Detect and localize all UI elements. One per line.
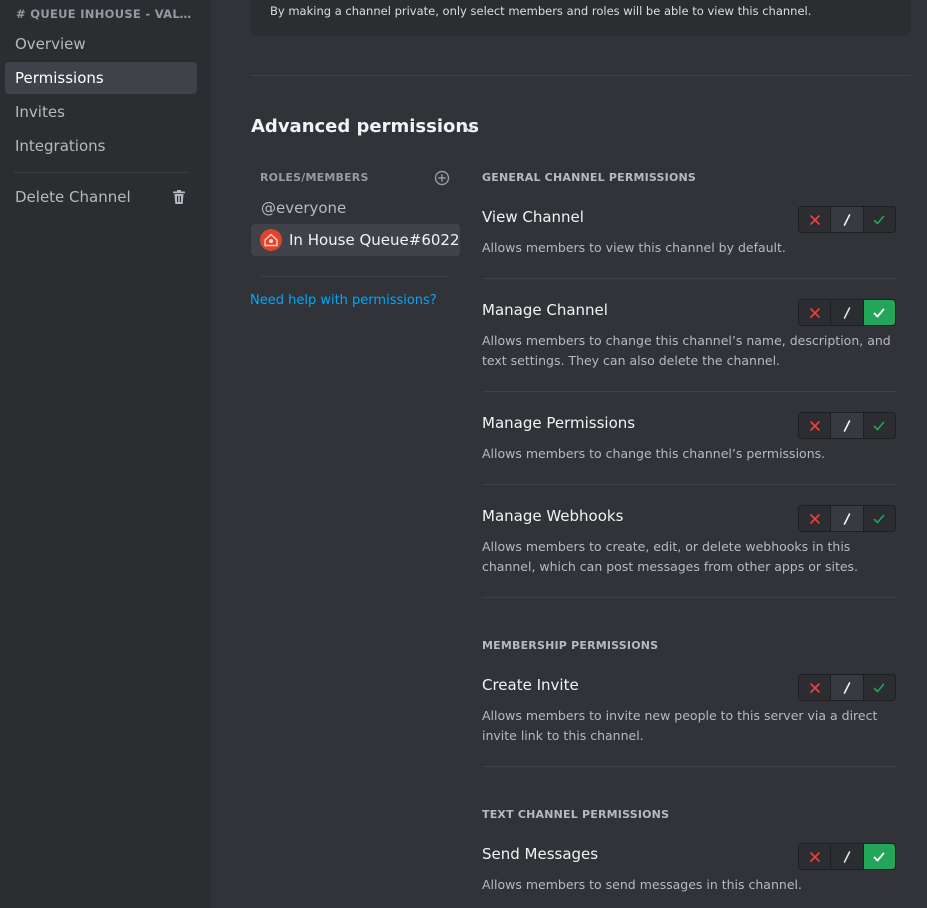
deny-button[interactable] <box>799 844 832 869</box>
permission-toggle-send-messages <box>798 843 896 870</box>
permission-description: Allows members to create, edit, or delet… <box>482 539 859 574</box>
sidebar-item-integrations[interactable]: Integrations <box>5 130 197 162</box>
role-item-everyone[interactable]: @everyone <box>251 192 460 224</box>
allow-button[interactable] <box>863 300 895 325</box>
check-icon <box>873 308 885 317</box>
permissions-help-link[interactable]: Need help with permissions? <box>250 293 437 308</box>
private-channel-note: By making a channel private, only select… <box>270 4 812 18</box>
permission-description: Allows members to invite new people to t… <box>482 708 878 743</box>
passthrough-button[interactable] <box>831 300 864 325</box>
permission-name: Manage Channel <box>482 301 608 319</box>
passthrough-button[interactable] <box>831 675 864 700</box>
settings-sidebar: # QUEUE INHOUSE - VALORANT Overview Perm… <box>0 0 211 908</box>
section-divider <box>251 75 911 76</box>
check-icon <box>874 683 885 692</box>
permission-toggle-view-channel <box>798 206 896 233</box>
sidebar-item-permissions[interactable]: Permissions <box>5 62 197 94</box>
check-icon <box>873 852 885 861</box>
allow-button[interactable] <box>863 844 895 869</box>
x-icon <box>809 307 820 318</box>
passthrough-button[interactable] <box>831 506 864 531</box>
section-header-text-channel: TEXT CHANNEL PERMISSIONS <box>482 808 670 821</box>
permission-toggle-manage-webhooks <box>798 505 896 532</box>
x-icon <box>809 420 820 431</box>
add-role-icon[interactable] <box>434 170 450 186</box>
allow-button[interactable] <box>863 675 895 700</box>
passthrough-button[interactable] <box>831 413 864 438</box>
permission-name: View Channel <box>482 208 584 226</box>
deny-button[interactable] <box>799 207 832 232</box>
allow-button[interactable] <box>863 413 895 438</box>
slash-icon <box>843 850 851 863</box>
home-icon <box>264 233 278 247</box>
slash-icon <box>843 213 851 226</box>
x-icon <box>809 851 820 862</box>
check-icon <box>874 215 885 224</box>
allow-button[interactable] <box>863 506 895 531</box>
permission-name: Manage Webhooks <box>482 507 624 525</box>
deny-button[interactable] <box>799 506 832 531</box>
allow-button[interactable] <box>863 207 895 232</box>
avatar <box>260 229 282 251</box>
permission-divider <box>482 766 896 767</box>
slash-icon <box>843 512 851 525</box>
permission-description: Allows members to change this channel’s … <box>482 333 891 368</box>
sidebar-item-overview[interactable]: Overview <box>5 28 197 60</box>
sidebar-divider <box>14 172 187 173</box>
permission-name: Create Invite <box>482 676 579 694</box>
chevron-down-icon[interactable] <box>462 122 476 136</box>
trash-icon <box>173 190 185 204</box>
permission-divider <box>482 597 896 598</box>
x-icon <box>809 682 820 693</box>
permission-description: Allows members to send messages in this … <box>482 877 802 892</box>
slash-icon <box>843 419 851 432</box>
slash-icon <box>843 681 851 694</box>
permission-toggle-manage-channel <box>798 299 896 326</box>
private-channel-box: By making a channel private, only select… <box>251 0 911 36</box>
channel-name-header: # QUEUE INHOUSE - VALORANT <box>16 7 196 21</box>
delete-channel-label: Delete Channel <box>15 188 131 206</box>
permission-toggle-manage-permissions <box>798 412 896 439</box>
permission-name: Send Messages <box>482 845 599 863</box>
delete-channel-button[interactable]: Delete Channel <box>5 181 197 213</box>
role-item-in-house-queue[interactable]: In House Queue#6022 <box>251 224 460 256</box>
check-icon <box>874 421 885 430</box>
permission-divider <box>482 278 896 279</box>
permission-description: Allows members to view this channel by d… <box>482 240 786 255</box>
slash-icon <box>843 306 851 319</box>
check-icon <box>874 514 885 523</box>
passthrough-button[interactable] <box>831 844 864 869</box>
deny-button[interactable] <box>799 300 832 325</box>
section-header-general: GENERAL CHANNEL PERMISSIONS <box>482 171 697 184</box>
roles-members-header: ROLES/MEMBERS <box>260 171 369 184</box>
advanced-permissions-title[interactable]: Advanced permissions <box>251 116 479 137</box>
permission-description: Allows members to change this channel’s … <box>482 446 826 461</box>
section-header-membership: MEMBERSHIP PERMISSIONS <box>482 639 659 652</box>
permissions-panel: By making a channel private, only select… <box>211 0 927 908</box>
x-icon <box>809 214 820 225</box>
deny-button[interactable] <box>799 413 832 438</box>
deny-button[interactable] <box>799 675 832 700</box>
roles-divider <box>261 276 449 277</box>
role-item-label: In House Queue#6022 <box>289 231 460 249</box>
permission-name: Manage Permissions <box>482 414 636 432</box>
x-icon <box>809 513 820 524</box>
permission-toggle-create-invite <box>798 674 896 701</box>
permission-divider <box>482 391 896 392</box>
passthrough-button[interactable] <box>831 207 864 232</box>
permission-divider <box>482 484 896 485</box>
channel-settings-window: # QUEUE INHOUSE - VALORANT Overview Perm… <box>0 0 927 908</box>
sidebar-item-invites[interactable]: Invites <box>5 96 197 128</box>
